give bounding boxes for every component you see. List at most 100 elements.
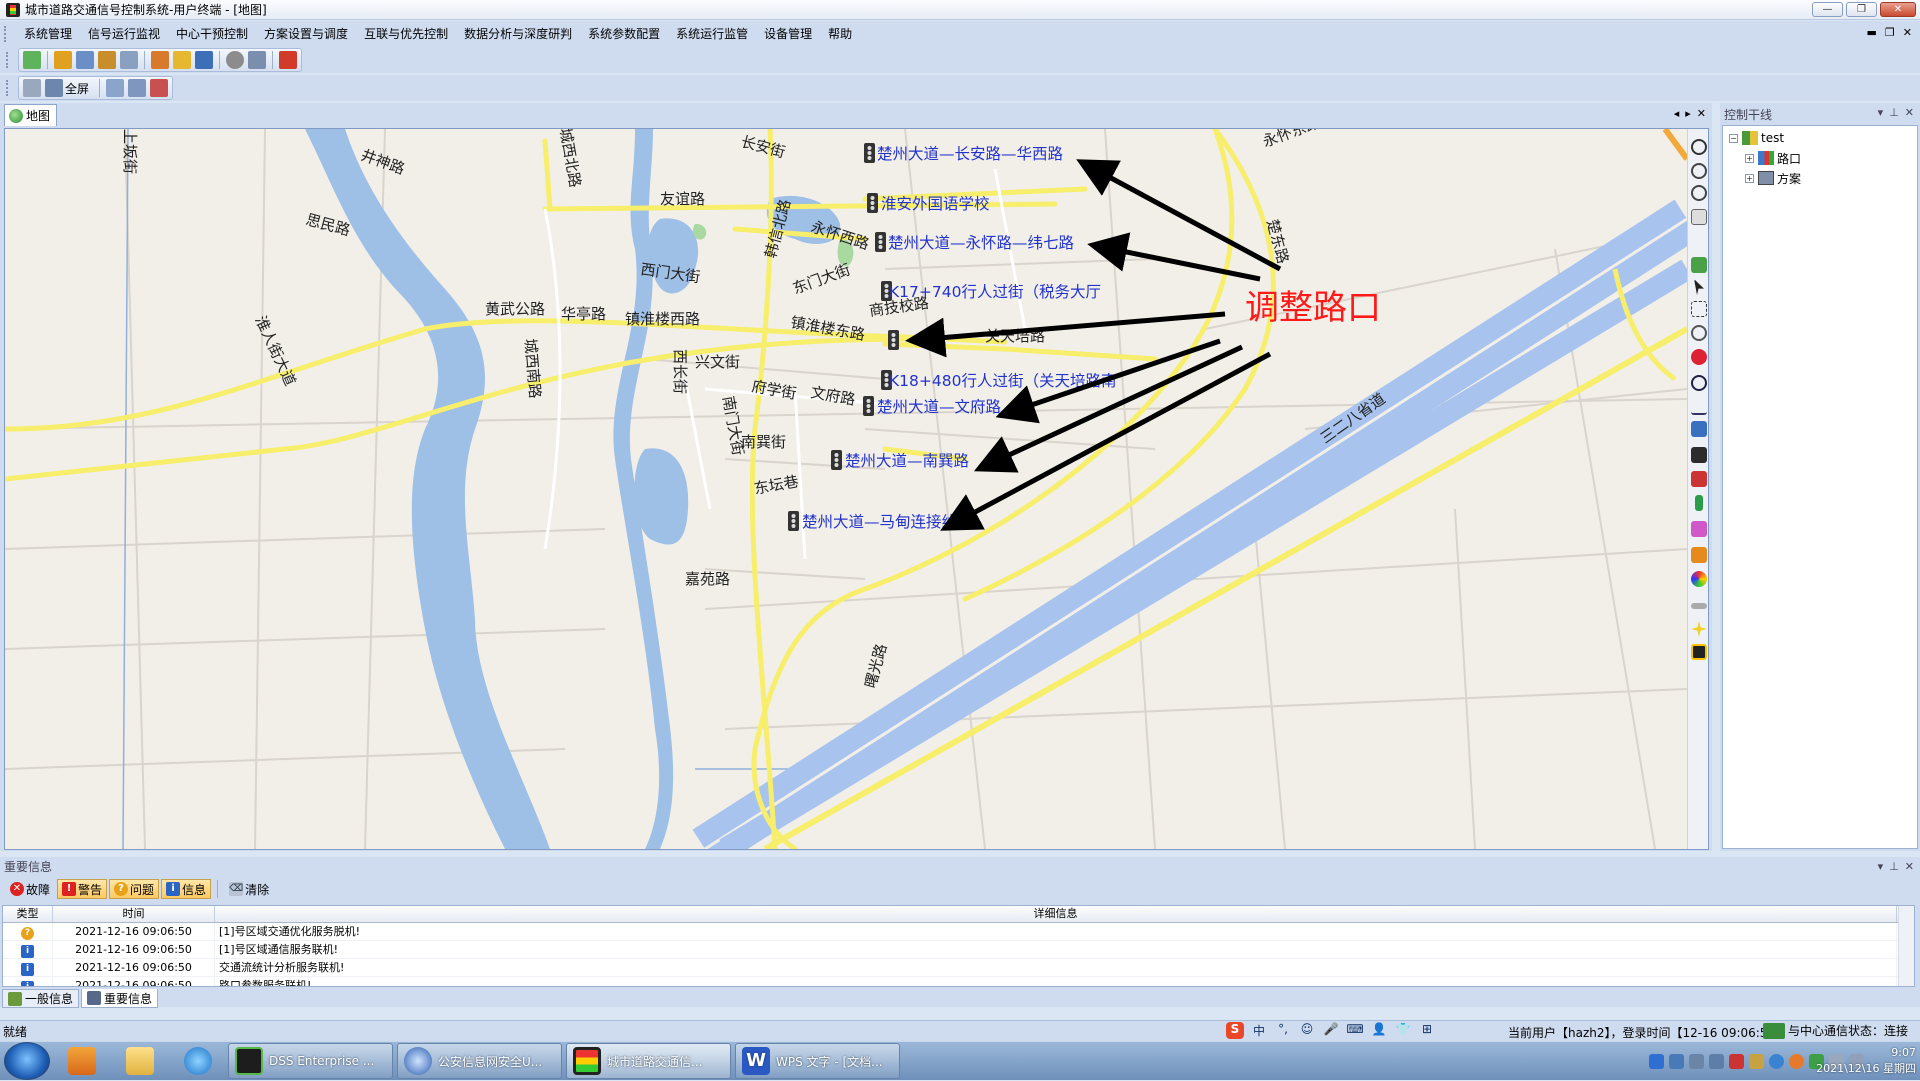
ime-toolbox-icon[interactable]: ⊞ [1418, 1022, 1436, 1039]
pinned-media-player[interactable] [56, 1043, 108, 1079]
pinned-explorer[interactable] [114, 1043, 166, 1079]
menu-params[interactable]: 系统参数配置 [580, 21, 668, 47]
zoom-out-icon[interactable] [1691, 185, 1707, 201]
fullscreen-button-label[interactable]: 全屏 [65, 80, 89, 97]
select-region-icon[interactable] [1691, 301, 1707, 317]
table-row[interactable]: i 2021-12-16 09:06:50 [1]号区域通信服务联机! [3, 941, 1914, 959]
phase-icon[interactable] [1691, 521, 1707, 537]
search-icon[interactable] [1691, 375, 1707, 391]
toolbar-grip[interactable] [6, 52, 10, 68]
expand-icon[interactable]: + [1745, 153, 1754, 163]
table-row[interactable]: i 2021-12-16 09:06:50 交通流统计分析服务联机! [3, 959, 1914, 977]
ime-punct-icon[interactable]: °, [1274, 1022, 1292, 1039]
dropdown-icon[interactable]: ▾ [1878, 106, 1884, 119]
signal-group-icon[interactable] [54, 51, 72, 69]
tree-node-intersections[interactable]: + 路口 [1723, 148, 1917, 168]
column-header-type[interactable]: 类型 [3, 906, 53, 922]
map-view-icon[interactable] [23, 51, 41, 69]
traffic-light-icon[interactable] [1691, 644, 1707, 660]
menu-priority[interactable]: 互联与优先控制 [356, 21, 456, 47]
star-icon[interactable] [1691, 621, 1707, 637]
mdi-restore-button[interactable]: ❐ [1885, 26, 1895, 39]
tab-map[interactable]: 地图 [4, 104, 58, 126]
table-row[interactable]: ? 2021-12-16 09:06:50 [1]号区域交通优化服务脱机! [3, 923, 1914, 941]
measure-icon[interactable] [1691, 399, 1707, 415]
signal-marker[interactable] [867, 193, 878, 213]
pin-icon[interactable]: ⊥ [1889, 106, 1899, 119]
tree-node-plans[interactable]: + 方案 [1723, 168, 1917, 188]
pointer-icon[interactable] [1694, 279, 1704, 295]
ime-mode-icon[interactable]: 中 [1250, 1022, 1268, 1039]
screen-icon[interactable] [248, 51, 266, 69]
detector-icon[interactable] [1691, 547, 1707, 563]
direction-icon[interactable] [1695, 495, 1703, 511]
close-icon[interactable]: ✕ [1905, 860, 1914, 873]
ime-voice-icon[interactable]: 🎤 [1322, 1022, 1340, 1039]
select-point-icon[interactable] [1691, 325, 1707, 341]
collapse-icon[interactable]: − [1729, 133, 1738, 143]
clear-button[interactable]: ⌫ 清除 [224, 879, 274, 899]
pan-hand-icon[interactable] [1691, 209, 1707, 225]
marker-icon[interactable] [1691, 349, 1707, 365]
mdi-close-button[interactable]: ✕ [1903, 26, 1912, 39]
usb-icon[interactable] [1749, 1054, 1764, 1069]
cloud-icon[interactable] [1769, 1054, 1784, 1069]
task-security[interactable]: 公安信息网安全U... [397, 1043, 562, 1079]
controller-icon[interactable] [151, 51, 169, 69]
column-header-detail[interactable]: 详细信息 [215, 906, 1897, 922]
filter-info-button[interactable]: i 信息 [161, 879, 212, 899]
line-icon[interactable] [1691, 603, 1707, 609]
map-svg[interactable]: 长安街 永怀东路 井神路 友谊路 永怀西路 思民路 西门大街 东门大街 韩信北路… [5, 129, 1687, 849]
cascade-windows-icon[interactable] [128, 79, 147, 97]
download-icon[interactable] [195, 51, 213, 69]
menu-plans[interactable]: 方案设置与调度 [256, 21, 356, 47]
menu-devices[interactable]: 设备管理 [756, 21, 820, 47]
query-icon[interactable] [1691, 421, 1707, 437]
task-dss[interactable]: DSS Enterprise ... [228, 1043, 393, 1079]
table-scrollbar[interactable] [1898, 906, 1914, 986]
tab-close-icon[interactable]: ✕ [1697, 107, 1706, 120]
signal-marker[interactable] [864, 143, 875, 163]
table-row[interactable]: i 2021-12-16 09:06:50 路口参数服务联机! [3, 977, 1914, 986]
signal-label[interactable]: 楚州大道—文府路 [877, 398, 1002, 416]
layers-icon[interactable] [1691, 257, 1707, 273]
menu-monitor[interactable]: 信号运行监视 [80, 21, 168, 47]
shield-icon[interactable] [1649, 1054, 1664, 1069]
ime-emoji-icon[interactable]: ☺ [1298, 1022, 1316, 1039]
signal-label[interactable]: K17+740行人过街（税务大厅 [889, 283, 1101, 301]
zoom-in-icon[interactable] [1691, 163, 1707, 179]
chart-icon[interactable] [76, 51, 94, 69]
close-windows-icon[interactable] [150, 79, 169, 97]
network-icon[interactable] [1669, 1054, 1684, 1069]
filter-problem-button[interactable]: ? 问题 [109, 879, 160, 899]
lock-icon[interactable] [23, 79, 41, 97]
start-button[interactable] [4, 1042, 50, 1080]
tab-next-icon[interactable]: ▸ [1685, 107, 1691, 120]
close-icon[interactable]: ✕ [1905, 106, 1914, 119]
signal-marker[interactable] [875, 232, 886, 252]
task-traffic-system[interactable]: 城市道路交通信... [566, 1043, 731, 1079]
signal-marker[interactable] [788, 511, 799, 531]
ime-user-icon[interactable]: 👤 [1370, 1022, 1388, 1039]
filter-fault-button[interactable]: ✕ 故障 [5, 879, 55, 899]
sogou-ime-icon[interactable]: S [1226, 1022, 1244, 1039]
menu-system[interactable]: 系统管理 [16, 21, 80, 47]
clock-icon[interactable] [226, 51, 244, 69]
signal-label[interactable]: 楚州大道—长安路—华西路 [877, 145, 1064, 163]
antivirus-icon[interactable] [1729, 1054, 1744, 1069]
delete-signal-icon[interactable] [1691, 471, 1707, 487]
alarm-icon[interactable] [279, 51, 297, 69]
menu-supervision[interactable]: 系统运行监管 [668, 21, 756, 47]
column-header-time[interactable]: 时间 [53, 906, 215, 922]
traffic-light-icon[interactable] [173, 51, 191, 69]
maximize-button[interactable]: ❐ [1846, 2, 1877, 17]
minimize-button[interactable]: — [1812, 2, 1843, 17]
filter-warning-button[interactable]: ! 警告 [57, 879, 108, 899]
menu-analysis[interactable]: 数据分析与深度研判 [456, 21, 580, 47]
expand-icon[interactable]: + [1745, 173, 1754, 183]
task-wps[interactable]: W WPS 文字 - [文档... [735, 1043, 900, 1079]
calendar-icon[interactable] [1689, 1054, 1704, 1069]
pinned-ie[interactable] [172, 1043, 224, 1079]
menu-help[interactable]: 帮助 [820, 21, 860, 47]
update-icon[interactable] [1789, 1054, 1804, 1069]
